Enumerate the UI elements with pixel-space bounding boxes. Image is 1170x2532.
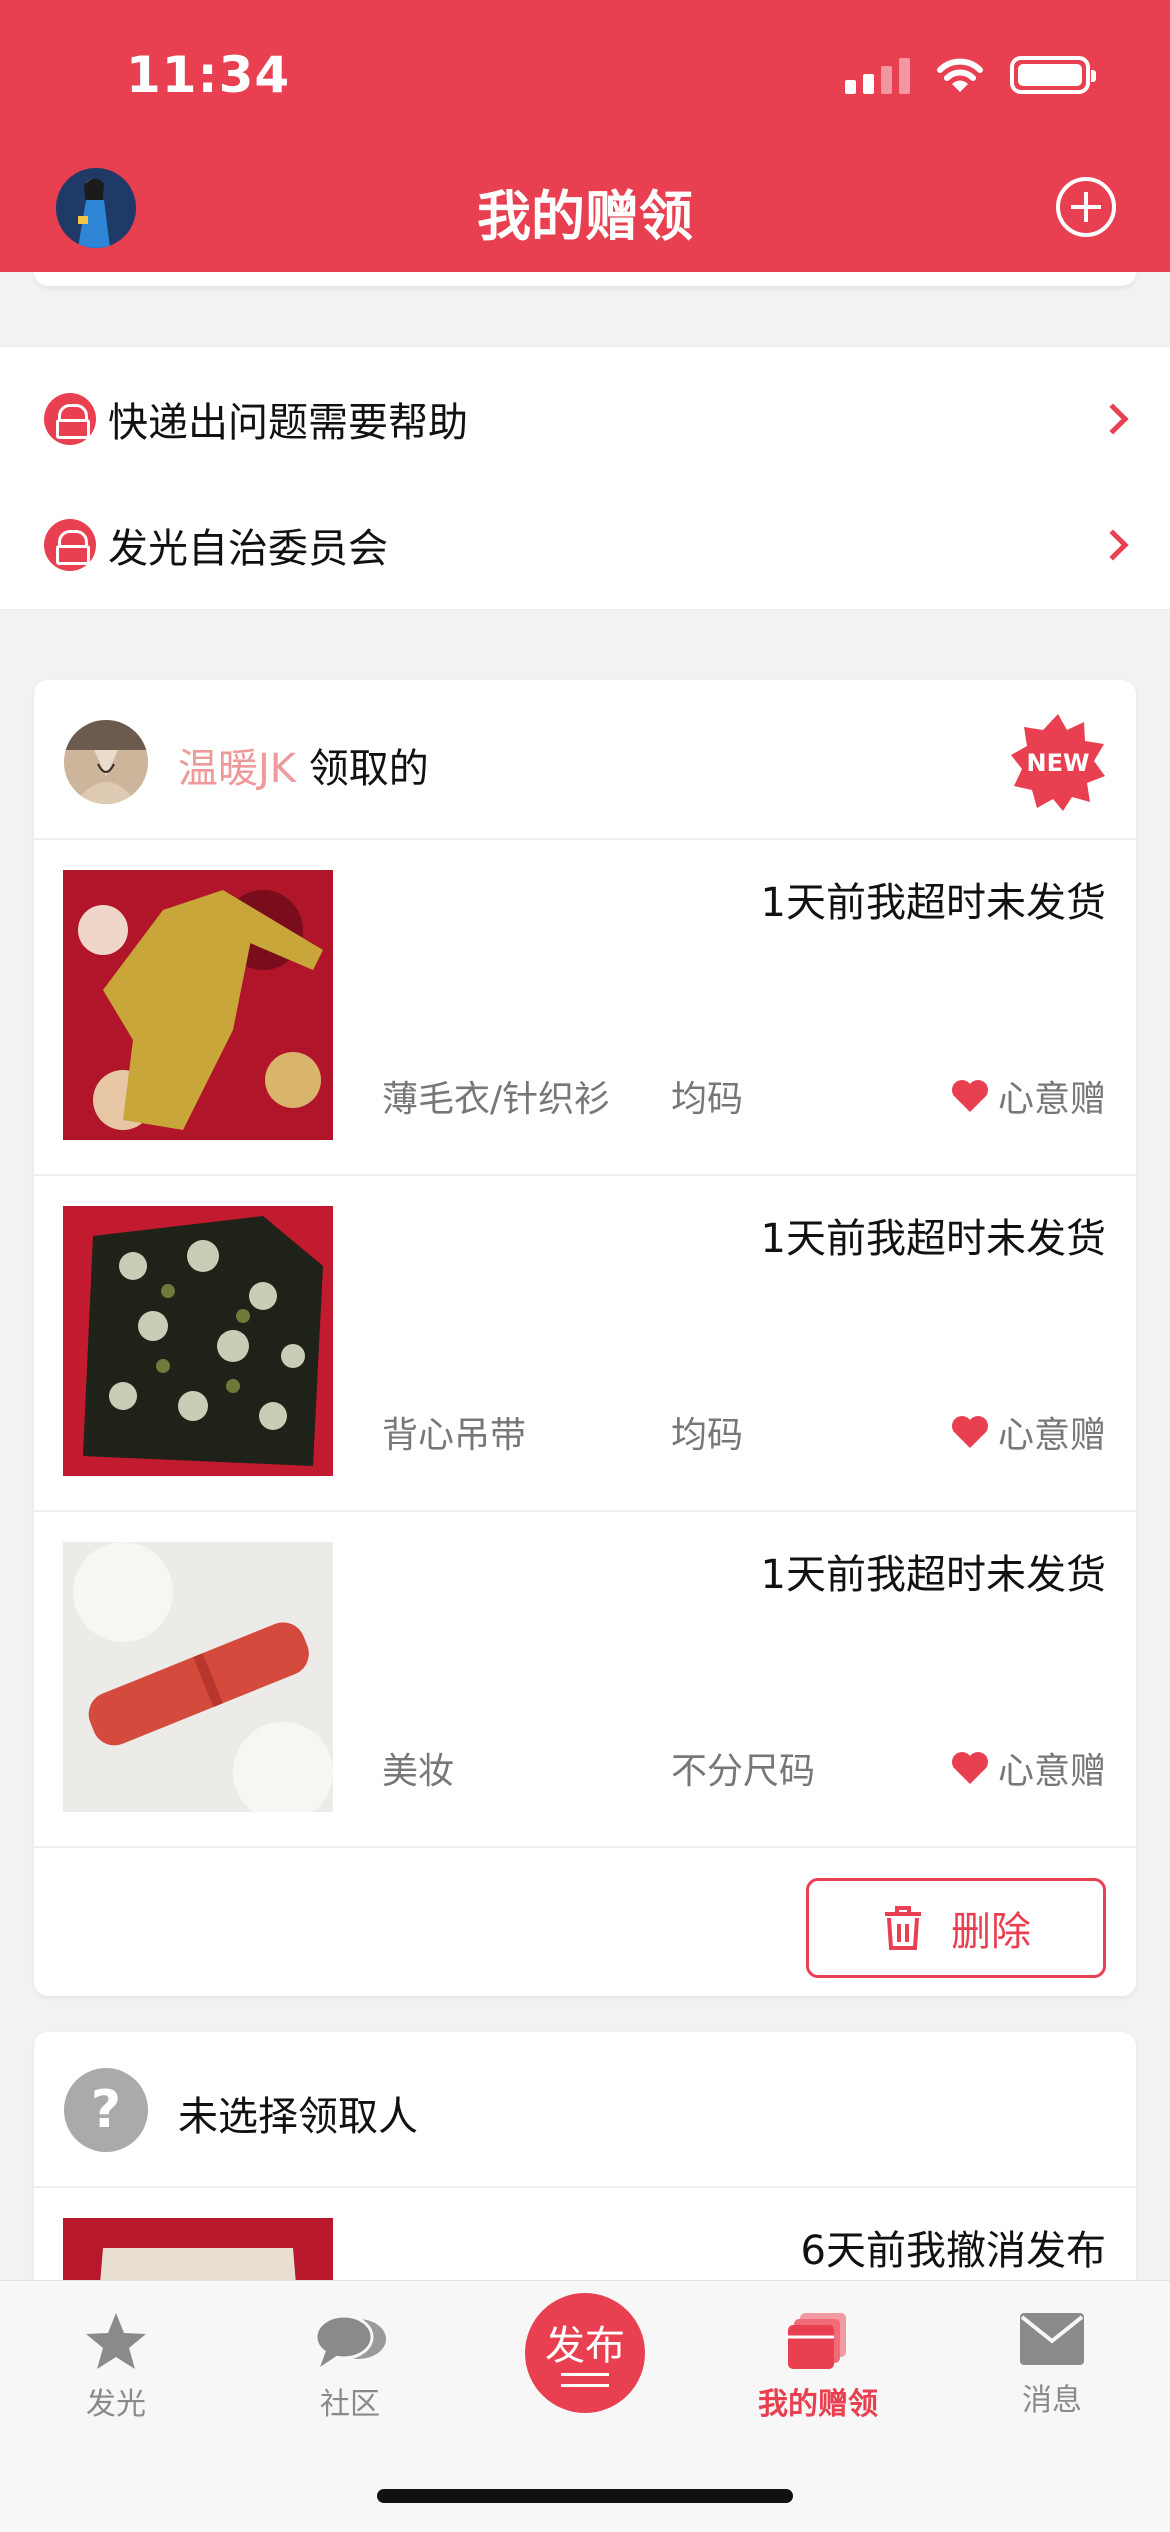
gift-type: 心意赠	[950, 1742, 1106, 1794]
star-icon	[86, 2313, 146, 2369]
item-status: 1天前我超时未发货	[760, 880, 1106, 926]
tab-label: 消息	[1022, 2383, 1082, 2418]
item-category: 背心吊带	[382, 1415, 527, 1456]
page-title: 我的赠领	[477, 185, 693, 248]
delete-label: 删除	[951, 1909, 1031, 1955]
support-agent-icon	[44, 519, 96, 571]
tab-label: 发光	[86, 2387, 146, 2422]
item-category: 美妆	[382, 1751, 455, 1792]
heart-icon	[951, 1752, 988, 1784]
status-time: 11:34	[126, 46, 291, 104]
order-card: 温暖JK 领取的 NEW 1天前我超时未发货 薄毛衣/针织衫 均码 心意赠 1天…	[34, 680, 1136, 1996]
add-button[interactable]	[1056, 177, 1116, 237]
item-status: 1天前我超时未发货	[760, 1216, 1106, 1262]
item-status: 6天前我撤消发布	[800, 2228, 1106, 2274]
heart-icon	[951, 1080, 988, 1112]
publish-button[interactable]: 发布	[525, 2293, 645, 2413]
help-item-label: 发光自治委员会	[108, 526, 388, 572]
question-mark-icon: ?	[64, 2068, 148, 2152]
item-photo-sweater	[63, 870, 333, 1140]
order-card-footer: 删除	[34, 1848, 1136, 1996]
support-agent-icon	[44, 393, 96, 445]
gift-type-label: 心意赠	[997, 1079, 1106, 1120]
delete-button[interactable]: 删除	[806, 1878, 1106, 1978]
unselected-card-header: ? 未选择领取人	[34, 2032, 1136, 2188]
battery-icon	[1010, 56, 1096, 94]
gift-cards-icon	[788, 2313, 846, 2369]
gift-item[interactable]: 1天前我超时未发货 薄毛衣/针织衫 均码 心意赠	[34, 840, 1136, 1176]
item-size: 不分尺码	[671, 1751, 816, 1792]
cellular-signal-icon	[845, 58, 910, 94]
item-status: 1天前我超时未发货	[760, 1552, 1106, 1598]
gift-item[interactable]: 1天前我超时未发货 美妆 不分尺码 心意赠	[34, 1512, 1136, 1848]
gift-type-label: 心意赠	[997, 1751, 1106, 1792]
gift-type: 心意赠	[950, 1406, 1106, 1458]
claimer-line: 温暖JK 领取的	[178, 736, 429, 794]
chevron-right-icon	[1097, 529, 1129, 561]
trash-icon	[885, 1906, 921, 1950]
tab-community[interactable]: 社区	[270, 2311, 430, 2423]
publish-icon	[561, 2373, 609, 2387]
tab-label: 社区	[320, 2387, 380, 2422]
claimer-avatar[interactable]	[64, 720, 148, 804]
publish-label: 发布	[545, 2323, 625, 2369]
tab-my-gifts[interactable]: 我的赠领	[738, 2311, 898, 2423]
home-indicator	[377, 2489, 793, 2503]
tab-messages[interactable]: 消息	[972, 2311, 1132, 2419]
gift-type-label: 心意赠	[997, 1415, 1106, 1456]
item-size: 均码	[671, 1079, 744, 1120]
help-item-label: 快递出问题需要帮助	[108, 400, 468, 446]
gift-item[interactable]: 1天前我超时未发货 背心吊带 均码 心意赠	[34, 1176, 1136, 1512]
item-photo-floral-top	[63, 1206, 333, 1476]
new-badge-label: NEW	[1026, 749, 1090, 777]
claimer-name[interactable]: 温暖JK	[178, 746, 296, 792]
status-icons	[845, 56, 1096, 94]
heart-icon	[951, 1416, 988, 1448]
item-size: 均码	[671, 1415, 744, 1456]
unselected-title: 未选择领取人	[178, 2094, 418, 2140]
my-gifts-screen: 11:34 我的赠领 快递出问题需要帮助 发光自治委员会 温暖JK 领取的 NE…	[0, 0, 1170, 2532]
chevron-right-icon	[1097, 403, 1129, 435]
top-bar: 11:34 我的赠领	[0, 0, 1170, 272]
item-photo-lipstick	[63, 1542, 333, 1812]
wifi-icon	[937, 58, 983, 92]
tab-label: 我的赠领	[758, 2387, 878, 2422]
help-menu: 快递出问题需要帮助 发光自治委员会	[0, 346, 1170, 610]
new-badge: NEW	[1008, 712, 1108, 812]
help-item-delivery[interactable]: 快递出问题需要帮助	[0, 359, 1170, 479]
chat-bubbles-icon	[314, 2314, 386, 2367]
previous-card-bottom	[34, 272, 1136, 286]
claimer-suffix: 领取的	[308, 746, 429, 792]
order-card-header[interactable]: 温暖JK 领取的 NEW	[34, 680, 1136, 840]
tab-glow[interactable]: 发光	[36, 2311, 196, 2423]
envelope-icon	[1020, 2313, 1084, 2365]
gift-type: 心意赠	[950, 1070, 1106, 1122]
item-category: 薄毛衣/针织衫	[382, 1079, 611, 1120]
help-item-committee[interactable]: 发光自治委员会	[0, 485, 1170, 605]
